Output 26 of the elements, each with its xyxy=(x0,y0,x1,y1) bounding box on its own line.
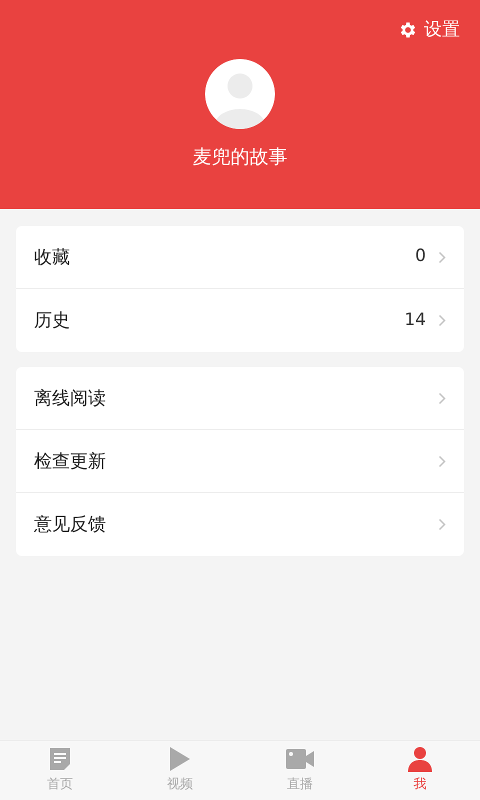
menu-count: 14 xyxy=(404,308,426,332)
document-icon xyxy=(47,746,73,772)
settings-icon xyxy=(398,20,418,40)
menu-row[interactable]: 检查更新 xyxy=(16,430,464,493)
chevron-icon xyxy=(438,250,446,264)
play-icon xyxy=(169,746,191,772)
chevron-icon xyxy=(438,454,446,468)
person-icon xyxy=(407,746,433,772)
settings-button[interactable]: 设置 xyxy=(398,16,460,43)
menu-row[interactable]: 收藏 0 xyxy=(16,226,464,289)
avatar-icon[interactable] xyxy=(205,59,275,129)
chevron-icon xyxy=(438,518,446,531)
menu-label: 收藏 xyxy=(34,246,71,270)
chevron-icon xyxy=(438,392,446,404)
menu-count: 0 xyxy=(415,245,426,268)
chevron-icon xyxy=(438,314,446,327)
menu-row[interactable]: 离线阅读 xyxy=(16,367,464,430)
username: 麦兜的故事 xyxy=(192,145,288,170)
menu-label: 检查更新 xyxy=(34,450,107,474)
menu-label: 离线阅读 xyxy=(34,386,107,410)
tab-bar-item[interactable]: 我 xyxy=(360,741,480,800)
menu-label: 意见反馈 xyxy=(34,513,107,537)
menu-label: 历史 xyxy=(34,309,71,333)
menu-row[interactable]: 历史 14 xyxy=(16,289,464,352)
menu-row[interactable]: 意见反馈 xyxy=(16,493,464,556)
video-camera-icon xyxy=(286,748,314,770)
